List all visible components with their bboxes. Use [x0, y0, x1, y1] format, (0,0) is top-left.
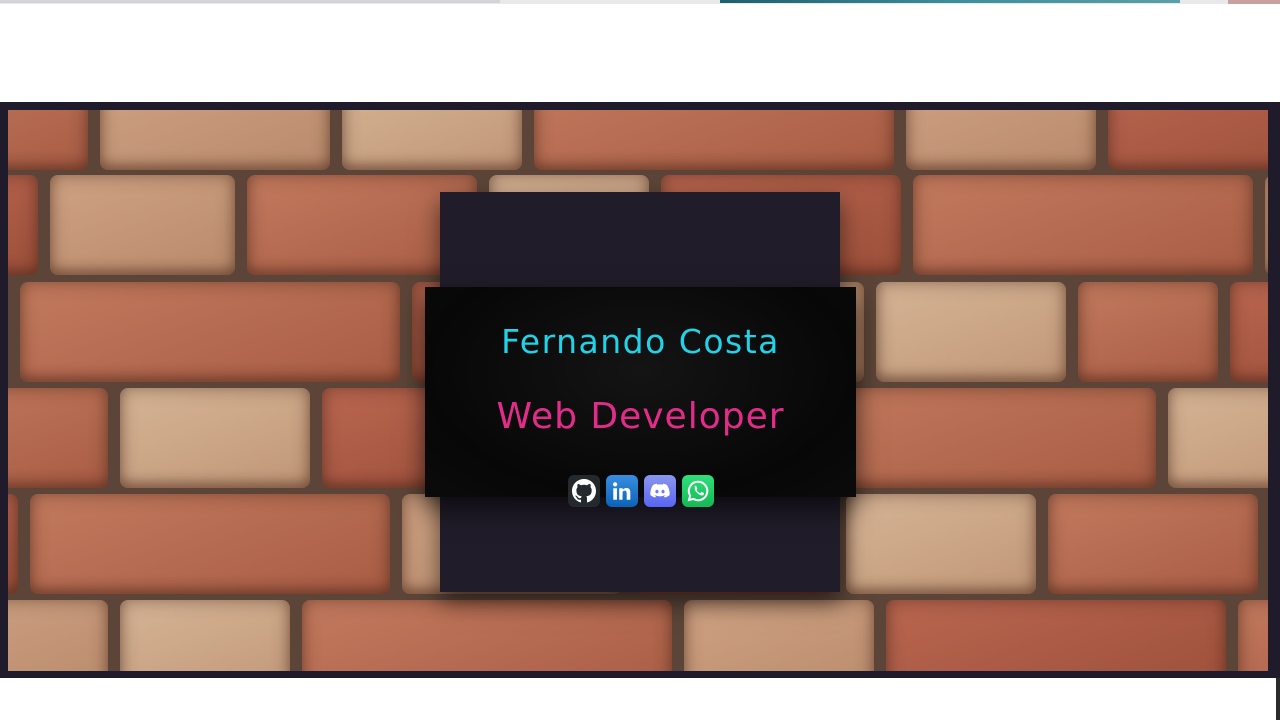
- profile-role: Web Developer: [496, 396, 785, 437]
- top-strip: [0, 0, 1280, 4]
- linkedin-link[interactable]: [606, 475, 638, 507]
- discord-link[interactable]: [644, 475, 676, 507]
- profile-name: Fernando Costa: [501, 322, 780, 361]
- top-strip-segment: [1228, 0, 1280, 4]
- whatsapp-icon: [687, 480, 709, 502]
- bottom-strip-edge: [1276, 678, 1280, 720]
- github-link[interactable]: [568, 475, 600, 507]
- profile-card-band: [425, 287, 856, 497]
- top-strip-segment: [0, 0, 500, 3]
- discord-icon: [650, 483, 670, 498]
- linkedin-icon: [613, 482, 631, 500]
- github-icon: [572, 479, 596, 503]
- whatsapp-link[interactable]: [682, 475, 714, 507]
- bottom-strip: [0, 678, 1280, 720]
- social-links: [568, 475, 714, 507]
- top-strip-segment: [720, 0, 1180, 3]
